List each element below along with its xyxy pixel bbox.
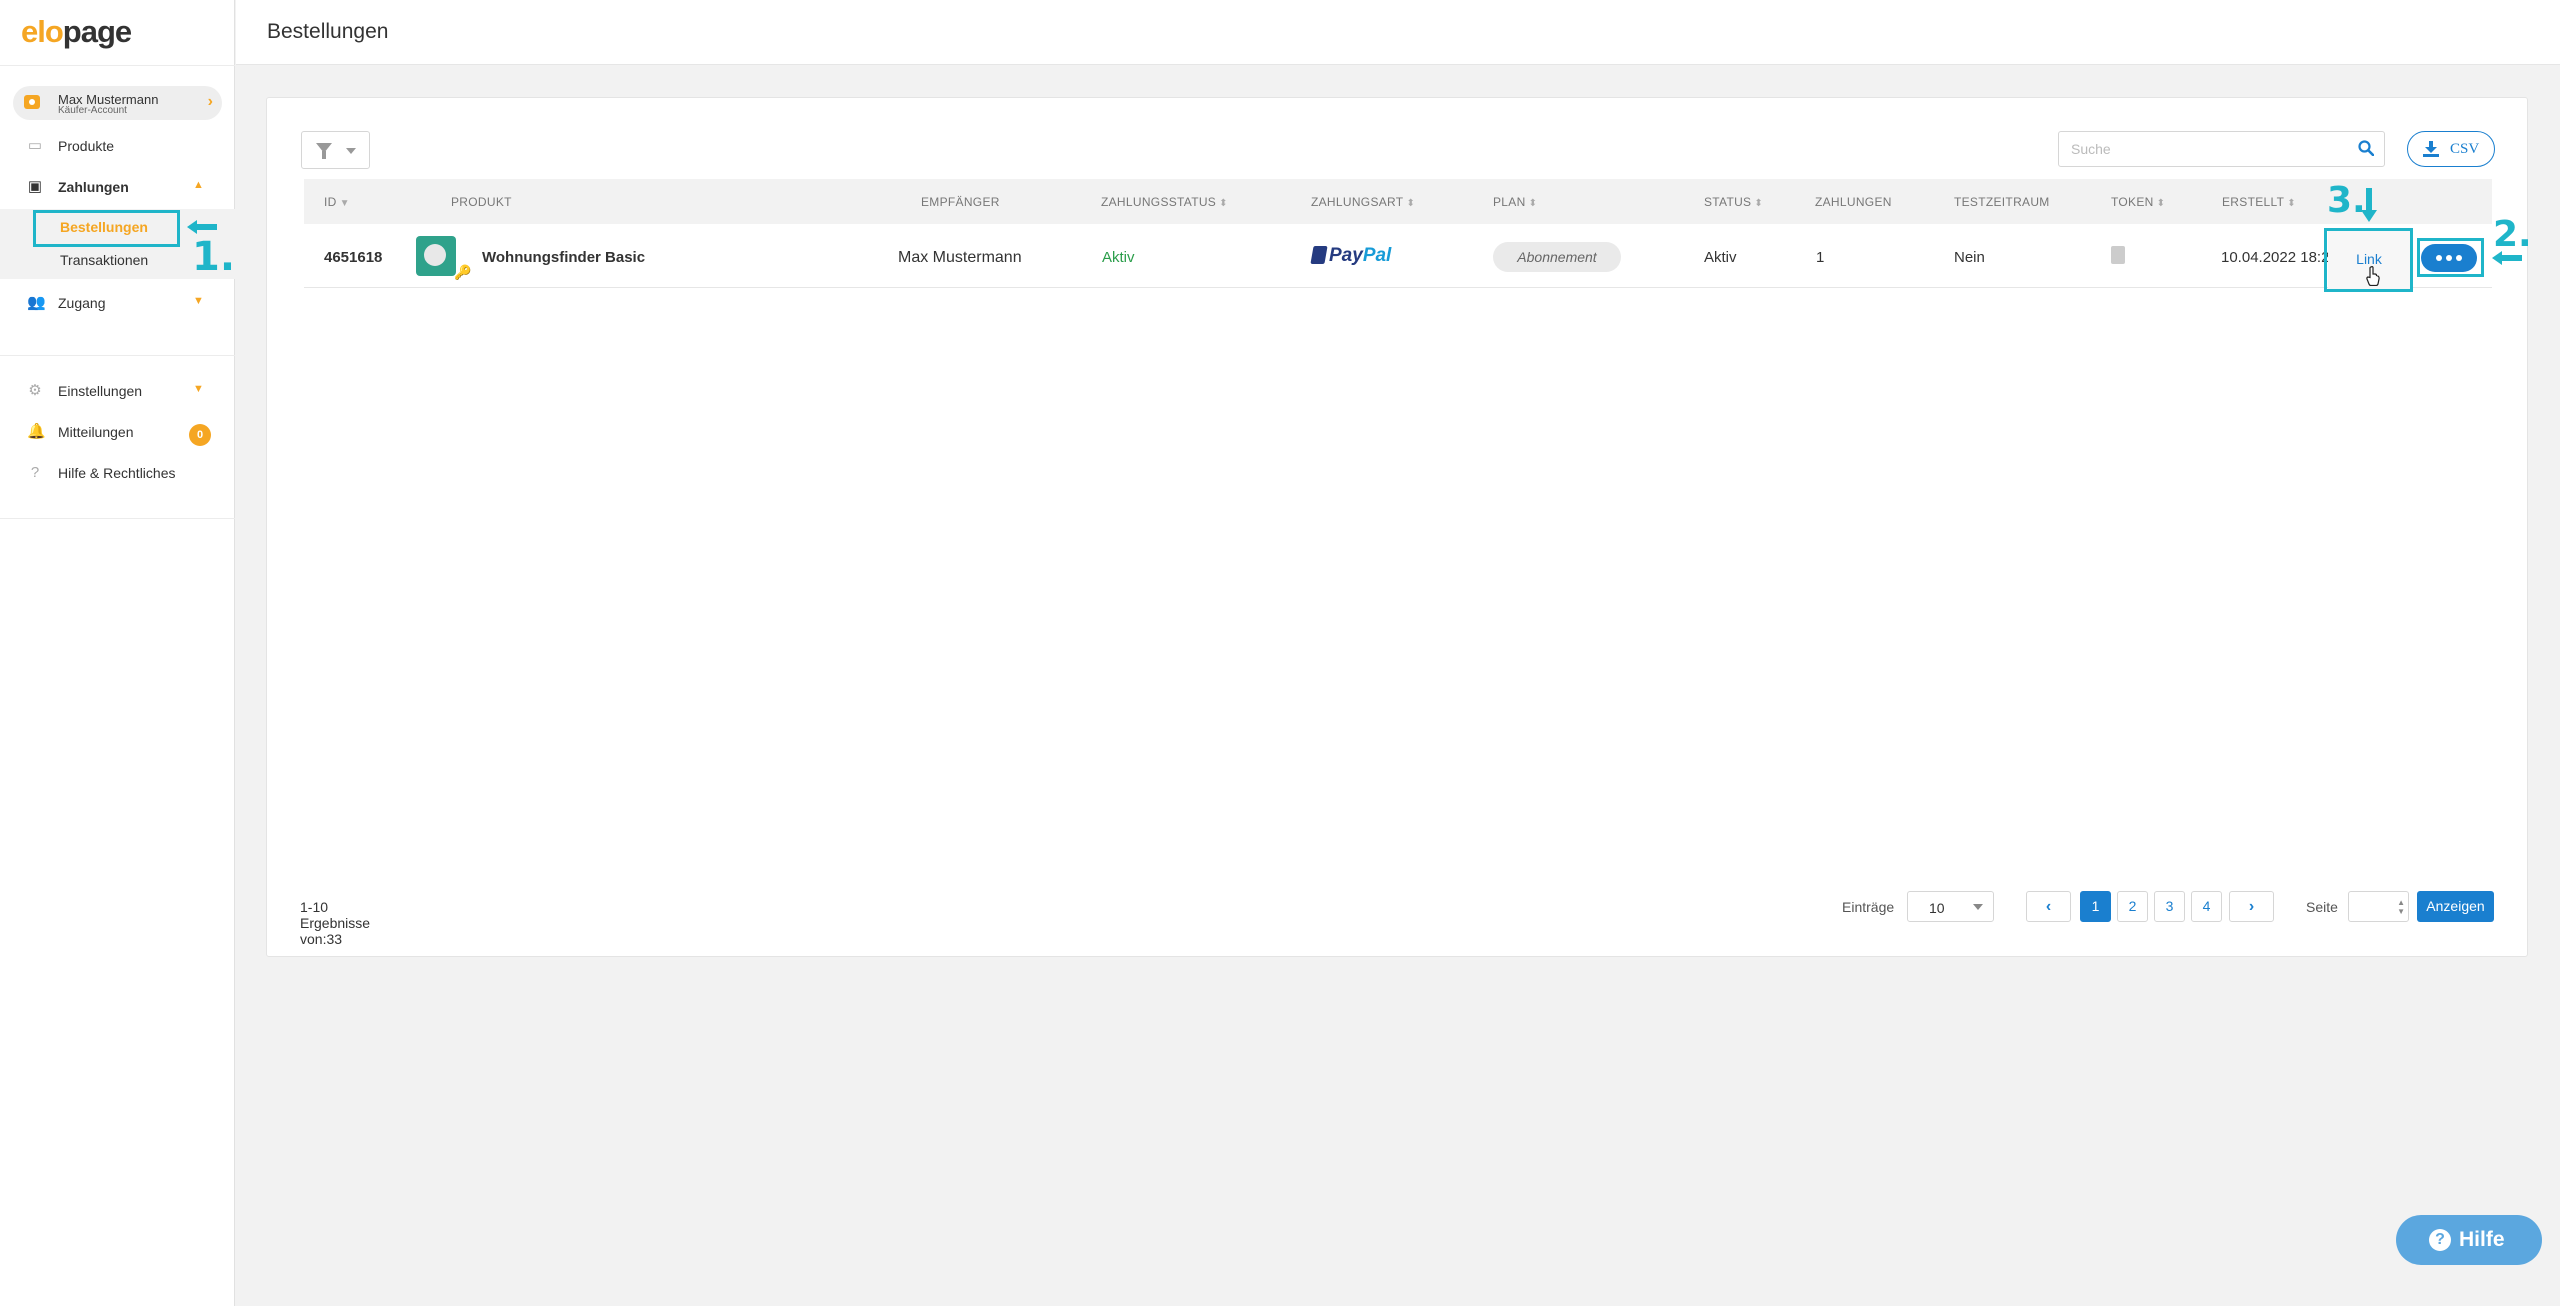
payments-count: 1 [1816,249,1825,266]
sidebar: elopage Max Mustermann Käufer-Account › … [0,0,235,1306]
column-header-empfaenger: EMPFÄNGER [921,195,1000,209]
column-header-plan[interactable]: PLAN ⬍ [1493,195,1537,209]
search-box [2058,131,2385,167]
plan-badge: Abonnement [1493,242,1621,272]
divider [0,518,235,519]
order-id[interactable]: 4651618 [324,249,382,266]
chevron-up-icon: ▲ [193,179,204,191]
table-header: ID ▼ PRODUKT EMPFÄNGER ZAHLUNGSSTATUS ⬍ ZA… [304,179,2492,224]
search-input[interactable] [2059,132,2339,166]
column-header-zahlungsstatus[interactable]: ZAHLUNGSSTATUS ⬍ [1101,195,1228,209]
spinner-icon[interactable]: ▲ ▼ [2397,898,2405,916]
chevron-down-icon [1973,904,1983,910]
annotation-arrow-left-icon [2492,251,2522,265]
divider [0,355,235,356]
account-switcher[interactable]: Max Mustermann Käufer-Account › [13,86,222,120]
chevron-right-icon: › [207,93,213,110]
filter-button[interactable] [301,131,370,169]
pagination-page-3[interactable]: 3 [2154,891,2185,922]
annotation-number-2: 2. [2493,214,2532,255]
question-icon: ? [30,464,40,481]
elopage-logo[interactable]: elopage [21,14,132,50]
column-header-produkt: PRODUKT [451,195,512,209]
column-header-zahlungsart[interactable]: ZAHLUNGSART ⬍ [1311,195,1415,209]
column-header-testzeitraum: TESTZEITRAUM [1954,195,2050,209]
chevron-down-icon [346,148,356,154]
annotation-arrow-down-icon [2361,188,2377,222]
pagination-prev-button[interactable]: ‹ [2026,891,2071,922]
document-icon[interactable] [2111,246,2125,264]
header: Bestellungen [236,0,2560,65]
order-status: Aktiv [1704,249,1737,266]
column-header-id[interactable]: ID ▼ [324,195,350,209]
hand-cursor-icon [2366,266,2380,286]
entries-label: Einträge [1842,899,1895,915]
product-name[interactable]: Wohnungsfinder Basic [482,249,645,266]
column-header-erstellt[interactable]: ERSTELLT ⬍ [2222,195,2296,209]
results-count: 1-10 Ergebnisse von:33 [300,899,371,947]
key-icon: 🔑 [454,264,472,280]
bell-icon: 🔔 [27,423,46,440]
pagination-page-4[interactable]: 4 [2191,891,2222,922]
help-button[interactable]: ? Hilfe [2396,1215,2542,1265]
csv-export-button[interactable]: CSV [2407,131,2495,167]
question-icon: ? [2429,1229,2451,1251]
camera-icon [24,95,40,109]
money-icon: ▣ [27,178,43,195]
download-icon [2423,141,2439,157]
pagination-page-1[interactable]: 1 [2080,891,2111,922]
page-label: Seite [2306,899,2338,915]
search-icon[interactable] [2358,140,2374,156]
page-number-input[interactable]: ▲ ▼ [2348,891,2409,922]
chevron-down-icon: ▼ [193,383,204,395]
notification-badge: 0 [189,424,211,446]
sidebar-item-bestellungen[interactable]: Bestellungen [60,219,148,235]
table-row[interactable]: 4651618 🔑 Wohnungsfinder Basic Max Muste… [304,226,2492,288]
products-icon: ▭ [27,137,43,154]
trial-period: Nein [1954,249,1985,266]
annotation-number-1: 1. [192,234,236,280]
paypal-logo: PayPal [1310,245,1391,267]
paypal-icon [1310,246,1328,264]
account-role: Käufer-Account [58,105,127,116]
pagination-page-2[interactable]: 2 [2117,891,2148,922]
column-header-token[interactable]: TOKEN ⬍ [2111,195,2165,209]
gear-icon: ⚙ [28,382,42,399]
payment-status: Aktiv [1102,249,1135,266]
sidebar-item-einstellungen[interactable]: ⚙ Einstellungen ▼ [0,371,235,411]
created-date: 10.04.2022 18:2 [2221,249,2328,266]
product-thumbnail [416,236,456,276]
annotation-arrow-left-icon [187,220,217,234]
sidebar-item-mitteilungen[interactable]: 🔔 Mitteilungen 0 [0,412,235,452]
divider [0,65,235,66]
page-title: Bestellungen [267,20,389,43]
filter-icon [316,143,332,159]
sidebar-item-hilfe[interactable]: ? Hilfe & Rechtliches [0,453,235,493]
show-page-button[interactable]: Anzeigen [2417,891,2494,922]
chevron-down-icon: ▼ [193,295,204,307]
column-header-status[interactable]: STATUS ⬍ [1704,195,1763,209]
annotation-number-3: 3. [2327,180,2366,221]
column-header-zahlungen: ZAHLUNGEN [1815,195,1892,209]
orders-card: CSV ID▼ PRODUKT EMPFÄNGER ZAHLUNGSSTATUS… [266,97,2528,957]
recipient: Max Mustermann [898,249,1022,266]
sidebar-item-produkte[interactable]: ▭ Produkte [0,126,235,166]
entries-select[interactable]: 10 [1907,891,1994,922]
more-options-button[interactable] [2421,244,2477,272]
pagination-next-button[interactable]: › [2229,891,2274,922]
users-icon: 👥 [27,294,46,311]
sidebar-item-transaktionen[interactable]: Transaktionen [60,252,148,268]
sidebar-item-zugang[interactable]: 👥 Zugang ▼ [0,283,235,323]
ellipsis-icon [2436,255,2462,261]
sidebar-item-zahlungen[interactable]: ▣ Zahlungen ▲ [0,167,235,207]
